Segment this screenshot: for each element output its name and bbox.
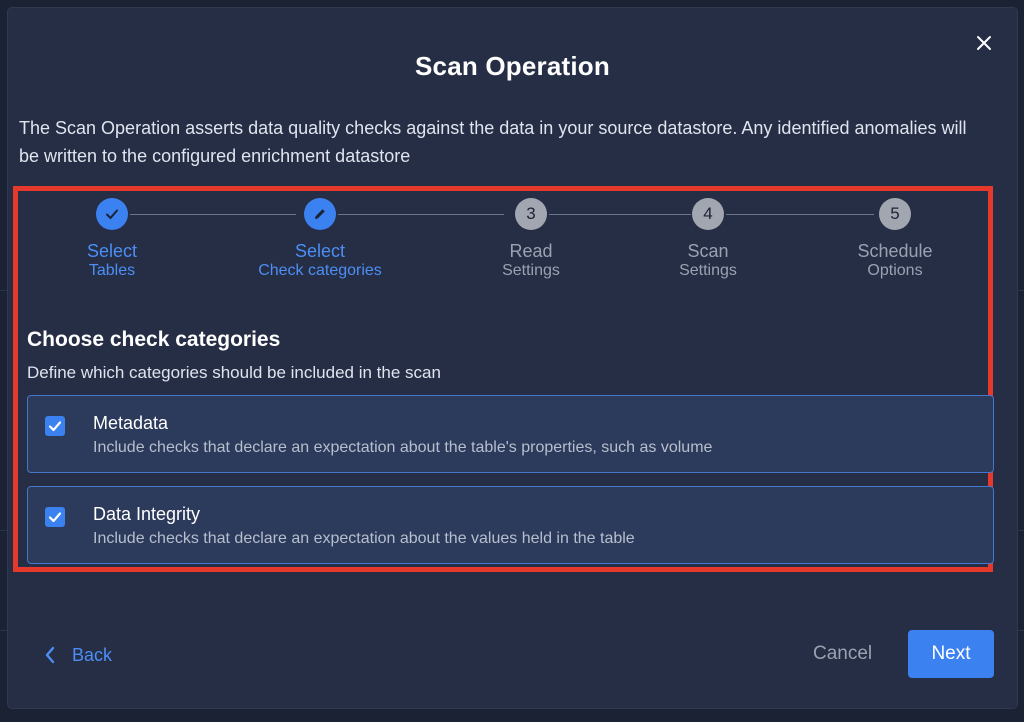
step-sublabel: Check categories (258, 262, 382, 279)
dialog-title: Scan Operation (415, 51, 610, 81)
step-circle: 4 (692, 198, 724, 230)
data-integrity-checkbox[interactable] (45, 507, 65, 527)
chevron-left-icon (45, 646, 55, 664)
step-sublabel: Tables (88, 262, 136, 279)
check-icon (48, 512, 62, 523)
step-scan-settings[interactable]: 4 Scan Settings (618, 198, 798, 281)
option-data-integrity[interactable]: Data Integrity Include checks that decla… (27, 486, 994, 564)
back-button[interactable]: Back (44, 640, 112, 670)
option-description: Include checks that declare an expectati… (93, 439, 713, 456)
step-label: Read (509, 241, 553, 261)
step-sublabel: Settings (679, 262, 737, 279)
step-sublabel: Options (867, 262, 923, 279)
dialog-description: The Scan Operation asserts data quality … (19, 118, 967, 166)
step-label: Schedule (857, 241, 933, 261)
check-icon (106, 209, 118, 219)
check-icon (48, 421, 62, 432)
step-label: Select (86, 241, 138, 261)
step-circle: 5 (879, 198, 911, 230)
stepper: Select Tables Select Check categories 3 … (20, 198, 995, 298)
close-icon (977, 36, 991, 50)
step-label: Select (294, 241, 346, 261)
option-metadata[interactable]: Metadata Include checks that declare an … (27, 395, 994, 473)
step-schedule-options[interactable]: 5 Schedule Options (805, 198, 985, 281)
metadata-checkbox[interactable] (45, 416, 65, 436)
step-select-tables[interactable]: Select Tables (22, 198, 202, 281)
step-select-check-categories[interactable]: Select Check categories (230, 198, 410, 281)
section-subtitle: Define which categories should be includ… (27, 363, 441, 382)
next-button[interactable]: Next (908, 630, 994, 678)
pencil-icon (315, 209, 325, 219)
option-title: Metadata (93, 413, 169, 433)
step-circle: 3 (515, 198, 547, 230)
option-description: Include checks that declare an expectati… (93, 530, 635, 547)
step-circle (96, 198, 128, 230)
step-circle (304, 198, 336, 230)
step-read-settings[interactable]: 3 Read Settings (441, 198, 621, 281)
step-label: Scan (687, 241, 729, 261)
back-label: Back (72, 644, 113, 665)
cancel-button[interactable]: Cancel (813, 643, 872, 665)
option-title: Data Integrity (93, 504, 201, 524)
section-title: Choose check categories (27, 328, 281, 351)
step-sublabel: Settings (502, 262, 560, 279)
